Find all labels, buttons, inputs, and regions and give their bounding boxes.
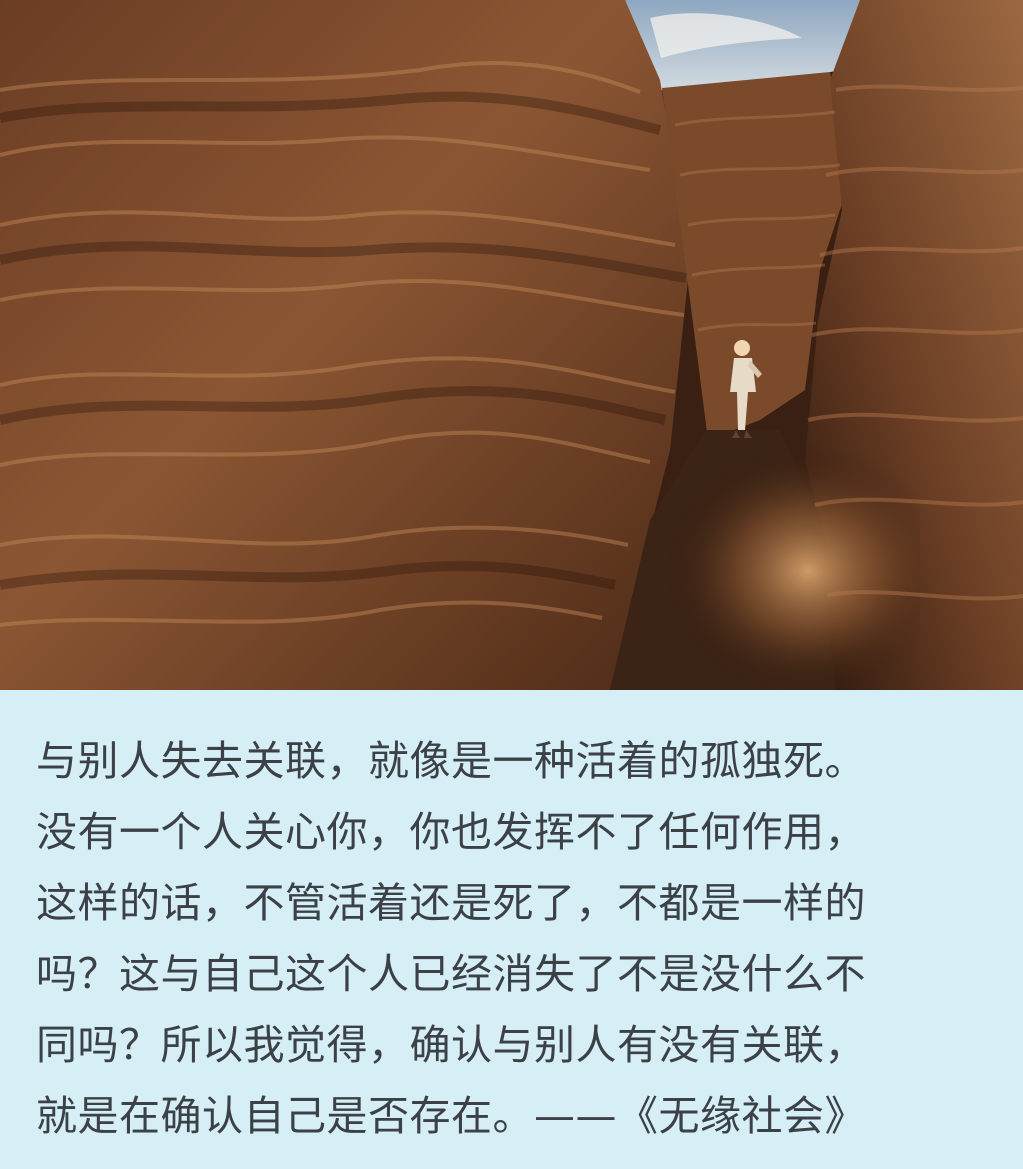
quote-line: 同吗？所以我觉得，确认与别人有没有关联， (36, 1021, 866, 1069)
quote-text: 与别人失去关联，就像是一种活着的孤独死。 没有一个人关心你，你也发挥不了任何作用… (36, 726, 996, 1152)
quote-line: 吗？这与自己这个人已经消失了不是没什么不 (36, 950, 866, 998)
quote-line: 与别人失去关联，就像是一种活着的孤独死。 (36, 737, 866, 785)
canyon-illustration (0, 0, 1023, 690)
quote-panel: 与别人失去关联，就像是一种活着的孤独死。 没有一个人关心你，你也发挥不了任何作用… (0, 690, 1023, 1169)
quote-line: 没有一个人关心你，你也发挥不了任何作用， (36, 808, 866, 856)
quote-line: 这样的话，不管活着还是死了，不都是一样的 (36, 879, 866, 927)
canyon-photo (0, 0, 1023, 690)
quote-line: 就是在确认自己是否存在。——《无缘社会》 (36, 1092, 866, 1140)
post-page: 与别人失去关联，就像是一种活着的孤独死。 没有一个人关心你，你也发挥不了任何作用… (0, 0, 1023, 1169)
